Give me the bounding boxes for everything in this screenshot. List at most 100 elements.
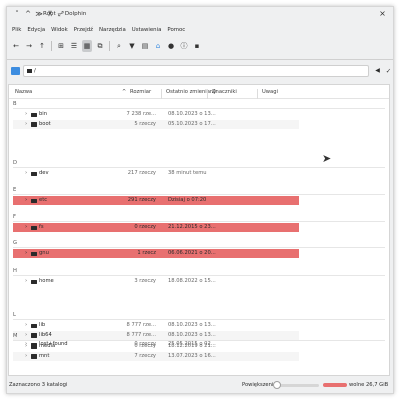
folder-icon [31, 198, 37, 203]
column-tags[interactable]: Znaczniki [212, 89, 237, 95]
places-icon[interactable] [11, 67, 20, 75]
group-header: G [13, 240, 18, 246]
file-name: dev [39, 170, 49, 176]
column-divider[interactable] [257, 89, 258, 99]
file-row-boot[interactable]: › boot 5 rzeczy 05.10.2023 o 17... [13, 119, 299, 129]
group-divider [13, 221, 385, 222]
expand-chevron-icon[interactable]: › [25, 352, 27, 361]
file-size: 291 rzeczy [127, 197, 156, 203]
shade-icon[interactable]: ≫ [35, 10, 43, 19]
zoom-slider-handle[interactable] [273, 381, 281, 389]
close-icon[interactable]: × [378, 9, 387, 19]
file-view[interactable]: Nazwa ^ Rozmiar Ostatnio zmieniany Znacz… [8, 84, 390, 376]
selection-status: Zaznaczono 3 katalogi [9, 382, 68, 388]
file-modified: 05.10.2023 o 17... [168, 120, 216, 127]
menu-help[interactable]: Pomoc [167, 27, 185, 33]
new-folder-icon[interactable]: ● [166, 40, 176, 52]
minimize-icon[interactable]: ˅ [13, 10, 21, 19]
column-name[interactable]: Nazwa [15, 89, 32, 95]
go-back-icon[interactable]: ◀ [373, 66, 382, 76]
file-row-media[interactable]: › media 0 rzeczy 18.12.2019 o 21... [13, 342, 299, 351]
expand-chevron-icon[interactable]: › [25, 223, 27, 232]
expand-chevron-icon[interactable]: › [25, 196, 27, 205]
info-icon[interactable]: ⓘ [179, 40, 189, 52]
maximize-icon[interactable]: ^ [24, 10, 32, 19]
menu-edit[interactable]: Edycja [27, 27, 45, 33]
folder-icon [31, 112, 37, 117]
group-header: E [13, 187, 17, 193]
folder-icon [31, 323, 37, 328]
location-input[interactable]: / [23, 65, 369, 77]
compact-view-icon[interactable]: ☰ [69, 40, 79, 52]
panel-icon[interactable]: ▪ [192, 40, 202, 52]
back-icon[interactable]: ← [11, 40, 21, 52]
status-bar: Zaznaczono 3 katalogi Powiększenie: woln… [7, 377, 393, 393]
file-modified: 08.10.2023 o 13... [168, 322, 216, 328]
zoom-slider[interactable] [277, 384, 319, 387]
column-divider[interactable] [207, 89, 208, 99]
location-bar: / ◀ ✓ [7, 65, 393, 77]
file-row-dev[interactable]: › dev 217 rzeczy 38 minut temu [13, 169, 299, 178]
folder-icon [31, 279, 37, 284]
menu-file[interactable]: Plik [12, 27, 21, 33]
column-modified[interactable]: Ostatnio zmieniany [166, 89, 216, 95]
expand-chevron-icon[interactable]: › [25, 277, 27, 286]
forward-icon[interactable]: → [24, 40, 34, 52]
file-modified: 18.12.2019 o 21... [168, 343, 216, 349]
expand-chevron-icon[interactable]: › [25, 169, 27, 178]
group-divider [13, 275, 385, 276]
file-size: 8 777 rze... [126, 331, 157, 338]
folder-icon [31, 225, 37, 230]
folder-icon [27, 68, 32, 73]
group-header: H [13, 268, 17, 274]
menu-go[interactable]: Przejdź [74, 27, 93, 33]
group-header: D [13, 160, 17, 166]
expand-chevron-icon[interactable]: › [25, 120, 27, 129]
folder-icon [31, 171, 37, 176]
file-name: boot [39, 120, 51, 127]
column-header: Nazwa ^ Rozmiar Ostatnio zmieniany Znacz… [9, 85, 389, 99]
sort-asc-icon: ^ [122, 89, 127, 95]
terminal-icon[interactable]: ⌂ [153, 40, 163, 52]
file-row-mnt[interactable]: › mnt 7 rzeczy 13.07.2023 o 16... [13, 351, 299, 361]
group-divider [13, 167, 385, 168]
menu-bar: Plik Edycja Widok Przejdź Narzędzia Usta… [7, 23, 393, 37]
expand-chevron-icon[interactable]: › [25, 249, 27, 258]
file-name: mnt [39, 352, 50, 359]
file-name: etc [39, 197, 48, 203]
toolbar: ← → ↑ ⊞ ☰ ▦ ⧉ ⌕ ▼ ▤ ⌂ ● ⓘ ▪ [7, 37, 393, 55]
expand-chevron-icon[interactable]: › [25, 342, 27, 351]
file-name: fs [39, 224, 44, 230]
column-divider[interactable] [161, 89, 162, 99]
file-row-fs[interactable]: › fs 0 rzeczy 21.12.2015 o 23... [13, 223, 299, 232]
file-row-bin[interactable]: › bin 7 238 rze... 08.10.2023 o 13... [13, 110, 299, 119]
group-header: L [13, 312, 16, 318]
icons-view-icon[interactable]: ⊞ [56, 40, 66, 52]
search-icon[interactable]: ⌕ [114, 40, 124, 52]
file-row-home[interactable]: › home 3 rzeczy 18.08.2022 o 15... [13, 277, 299, 286]
details-view-icon[interactable]: ▦ [82, 40, 92, 52]
file-modified: 08.10.2023 o 13... [168, 111, 216, 117]
filter-icon[interactable]: ▼ [127, 40, 137, 52]
expand-chevron-icon[interactable]: › [25, 110, 27, 119]
split-view-icon[interactable]: ⧉ [95, 40, 105, 52]
file-modified: 08.10.2023 o 13... [168, 331, 216, 338]
file-row-etc[interactable]: › etc 291 rzeczy Dzisiaj o 07:20 [13, 196, 299, 205]
column-size[interactable]: Rozmiar [130, 89, 151, 95]
file-row-gnu[interactable]: › gnu 1 rzecz 06.06.2021 o 20... [13, 249, 299, 258]
expand-chevron-icon[interactable]: › [25, 331, 27, 340]
window-title: Root — Dolphin [43, 11, 87, 17]
file-name: lib [39, 322, 46, 328]
folder-icon [31, 122, 37, 127]
menu-settings[interactable]: Ustawienia [132, 27, 162, 33]
confirm-icon[interactable]: ✓ [384, 66, 393, 76]
expand-chevron-icon[interactable]: › [25, 321, 27, 330]
preview-icon[interactable]: ▤ [140, 40, 150, 52]
file-row-lib64[interactable]: › lib64 8 777 rze... 08.10.2023 o 13... [13, 330, 299, 340]
menu-tools[interactable]: Narzędzia [99, 27, 126, 33]
file-modified: Dzisiaj o 07:20 [168, 197, 207, 203]
up-icon[interactable]: ↑ [37, 40, 47, 52]
menu-view[interactable]: Widok [51, 27, 68, 33]
file-row-lib[interactable]: › lib 8 777 rze... 08.10.2023 o 13... [13, 321, 299, 330]
column-comments[interactable]: Uwagi [262, 89, 278, 95]
